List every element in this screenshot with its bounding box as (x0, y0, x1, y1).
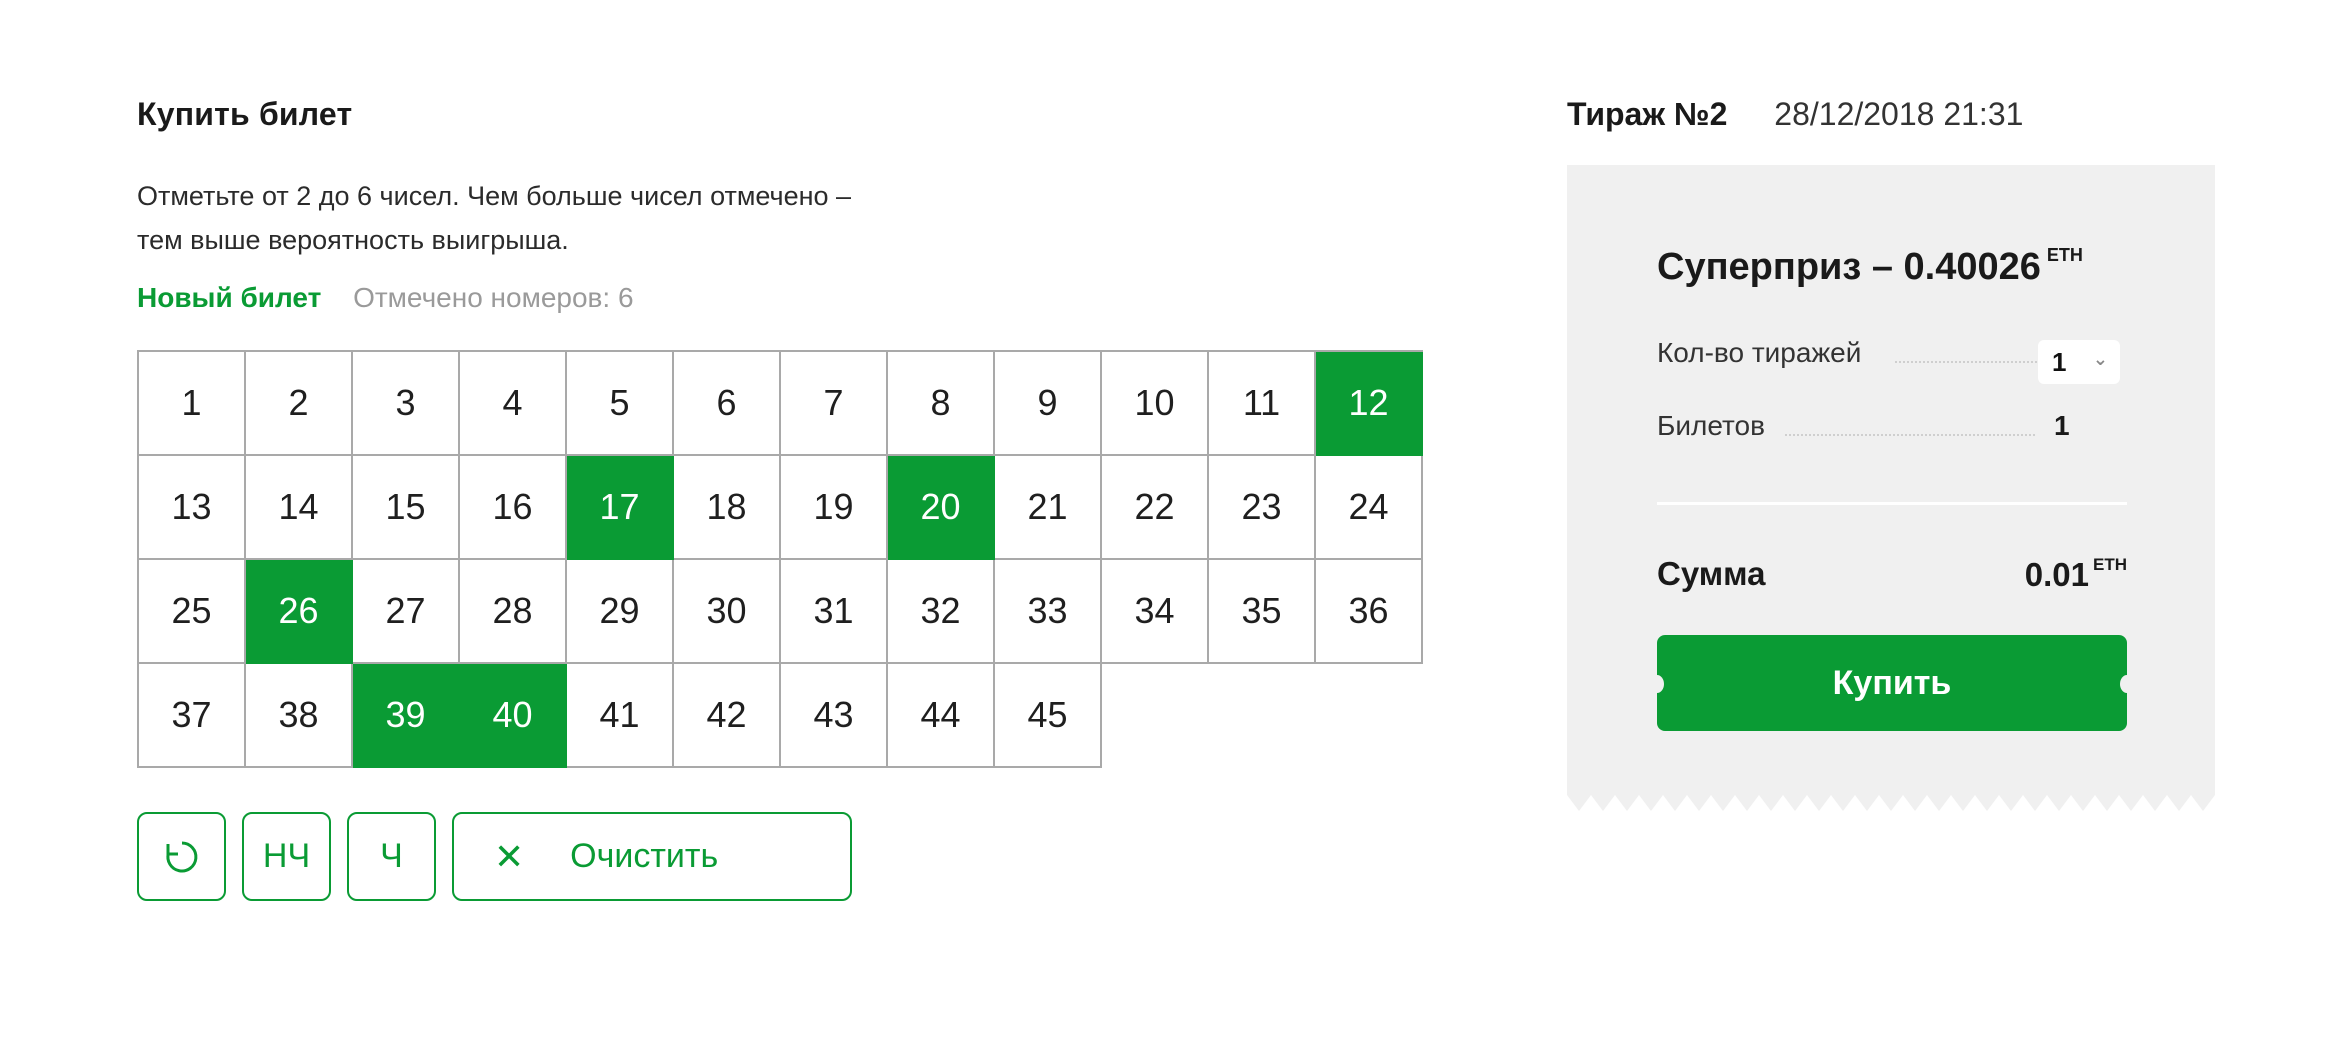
number-cell[interactable]: 44 (888, 664, 995, 768)
number-cell[interactable]: 35 (1209, 560, 1316, 664)
grid-actions: НЧ Ч ✕ Очистить (137, 812, 852, 901)
refresh-icon (165, 841, 197, 872)
number-cell[interactable]: 14 (246, 456, 353, 560)
number-cell[interactable]: 29 (567, 560, 674, 664)
number-cell[interactable]: 45 (995, 664, 1102, 768)
number-cell[interactable]: 17 (567, 456, 674, 560)
ticket-status: Новый билет Отмечено номеров: 6 (137, 282, 634, 314)
number-cell[interactable]: 43 (781, 664, 888, 768)
sum-value: 0.01 ETH (2000, 555, 2127, 594)
receipt-zigzag-edge (1567, 795, 2215, 811)
tickets-value: 1 (2054, 410, 2070, 441)
number-cell[interactable]: 13 (139, 456, 246, 560)
dotted-leader (1895, 361, 2037, 363)
number-cell[interactable]: 31 (781, 560, 888, 664)
draws-count-label: Кол-во тиражей (1657, 337, 1862, 368)
number-grid: 1 2 3 4 5 6 7 8 9 10 11 12 13 14 15 16 17 18 19 20 21 22 23 24 2… (137, 350, 1423, 768)
page-title: Купить билет (137, 96, 353, 132)
number-cell[interactable]: 4 (460, 352, 567, 456)
number-cell[interactable]: 41 (567, 664, 674, 768)
draw-header: Тираж №2 28/12/2018 21:31 (1567, 96, 2023, 133)
sum-unit: ETH (2093, 555, 2127, 574)
number-cell[interactable]: 40 (460, 664, 567, 768)
superprize: Суперприз – 0.40026 ETH (1657, 245, 2083, 289)
number-cell[interactable]: 39 (353, 664, 460, 768)
draws-count-select[interactable]: 1 ⌄ (2038, 340, 2120, 384)
clear-button[interactable]: ✕ Очистить (452, 812, 852, 901)
number-cell[interactable]: 5 (567, 352, 674, 456)
number-cell[interactable]: 21 (995, 456, 1102, 560)
draw-date: 28/12/2018 21:31 (1774, 96, 2024, 132)
number-cell[interactable]: 11 (1209, 352, 1316, 456)
divider (1657, 502, 2127, 505)
number-cell[interactable]: 12 (1316, 352, 1423, 456)
tickets-label: Билетов (1657, 410, 1765, 441)
number-cell[interactable]: 22 (1102, 456, 1209, 560)
number-cell[interactable]: 32 (888, 560, 995, 664)
ticket-notch (1650, 675, 1664, 693)
number-cell[interactable]: 36 (1316, 560, 1423, 664)
number-cell[interactable]: 20 (888, 456, 995, 560)
superprize-unit: ETH (2046, 245, 2083, 265)
number-cell[interactable]: 9 (995, 352, 1102, 456)
superprize-label: Суперприз – 0.40026 (1657, 246, 2041, 288)
number-cell[interactable]: 1 (139, 352, 246, 456)
chevron-down-icon: ⌄ (2092, 349, 2108, 369)
number-cell[interactable]: 26 (246, 560, 353, 664)
instructions-text: Отметьте от 2 до 6 чисел. Чем больше чис… (137, 181, 852, 255)
new-ticket-link[interactable]: Новый билет (137, 282, 321, 313)
number-cell[interactable]: 19 (781, 456, 888, 560)
number-cell[interactable]: 24 (1316, 456, 1423, 560)
dotted-leader (1785, 434, 2035, 436)
number-cell[interactable]: 6 (674, 352, 781, 456)
clear-label: Очистить (570, 837, 719, 875)
number-cell[interactable]: 28 (460, 560, 567, 664)
random-button[interactable] (137, 812, 226, 901)
number-cell[interactable]: 33 (995, 560, 1102, 664)
number-cell[interactable]: 7 (781, 352, 888, 456)
sum-label: Сумма (1657, 555, 1766, 592)
close-icon: ✕ (494, 835, 525, 877)
sum-amount: 0.01 (2024, 556, 2089, 593)
even-button[interactable]: Ч (347, 812, 436, 901)
number-cell[interactable]: 27 (353, 560, 460, 664)
number-cell[interactable]: 16 (460, 456, 567, 560)
draw-title: Тираж №2 (1567, 96, 1728, 132)
number-cell[interactable]: 30 (674, 560, 781, 664)
number-cell[interactable]: 15 (353, 456, 460, 560)
number-cell[interactable]: 3 (353, 352, 460, 456)
number-cell[interactable]: 10 (1102, 352, 1209, 456)
buy-button-label: Купить (1832, 663, 1952, 702)
number-cell[interactable]: 42 (674, 664, 781, 768)
number-cell[interactable]: 18 (674, 456, 781, 560)
number-cell[interactable]: 38 (246, 664, 353, 768)
number-cell[interactable]: 37 (139, 664, 246, 768)
number-cell[interactable]: 8 (888, 352, 995, 456)
number-cell[interactable]: 23 (1209, 456, 1316, 560)
draws-count-value: 1 (2052, 346, 2067, 377)
odd-button[interactable]: НЧ (242, 812, 331, 901)
number-cell[interactable]: 25 (139, 560, 246, 664)
page: Купить билет Отметьте от 2 до 6 чисел. Ч… (0, 0, 2340, 1058)
buy-button[interactable]: Купить (1650, 635, 2134, 731)
number-cell[interactable]: 2 (246, 352, 353, 456)
marked-count: Отмечено номеров: 6 (353, 282, 634, 313)
number-cell[interactable]: 34 (1102, 560, 1209, 664)
ticket-notch (2120, 675, 2134, 693)
